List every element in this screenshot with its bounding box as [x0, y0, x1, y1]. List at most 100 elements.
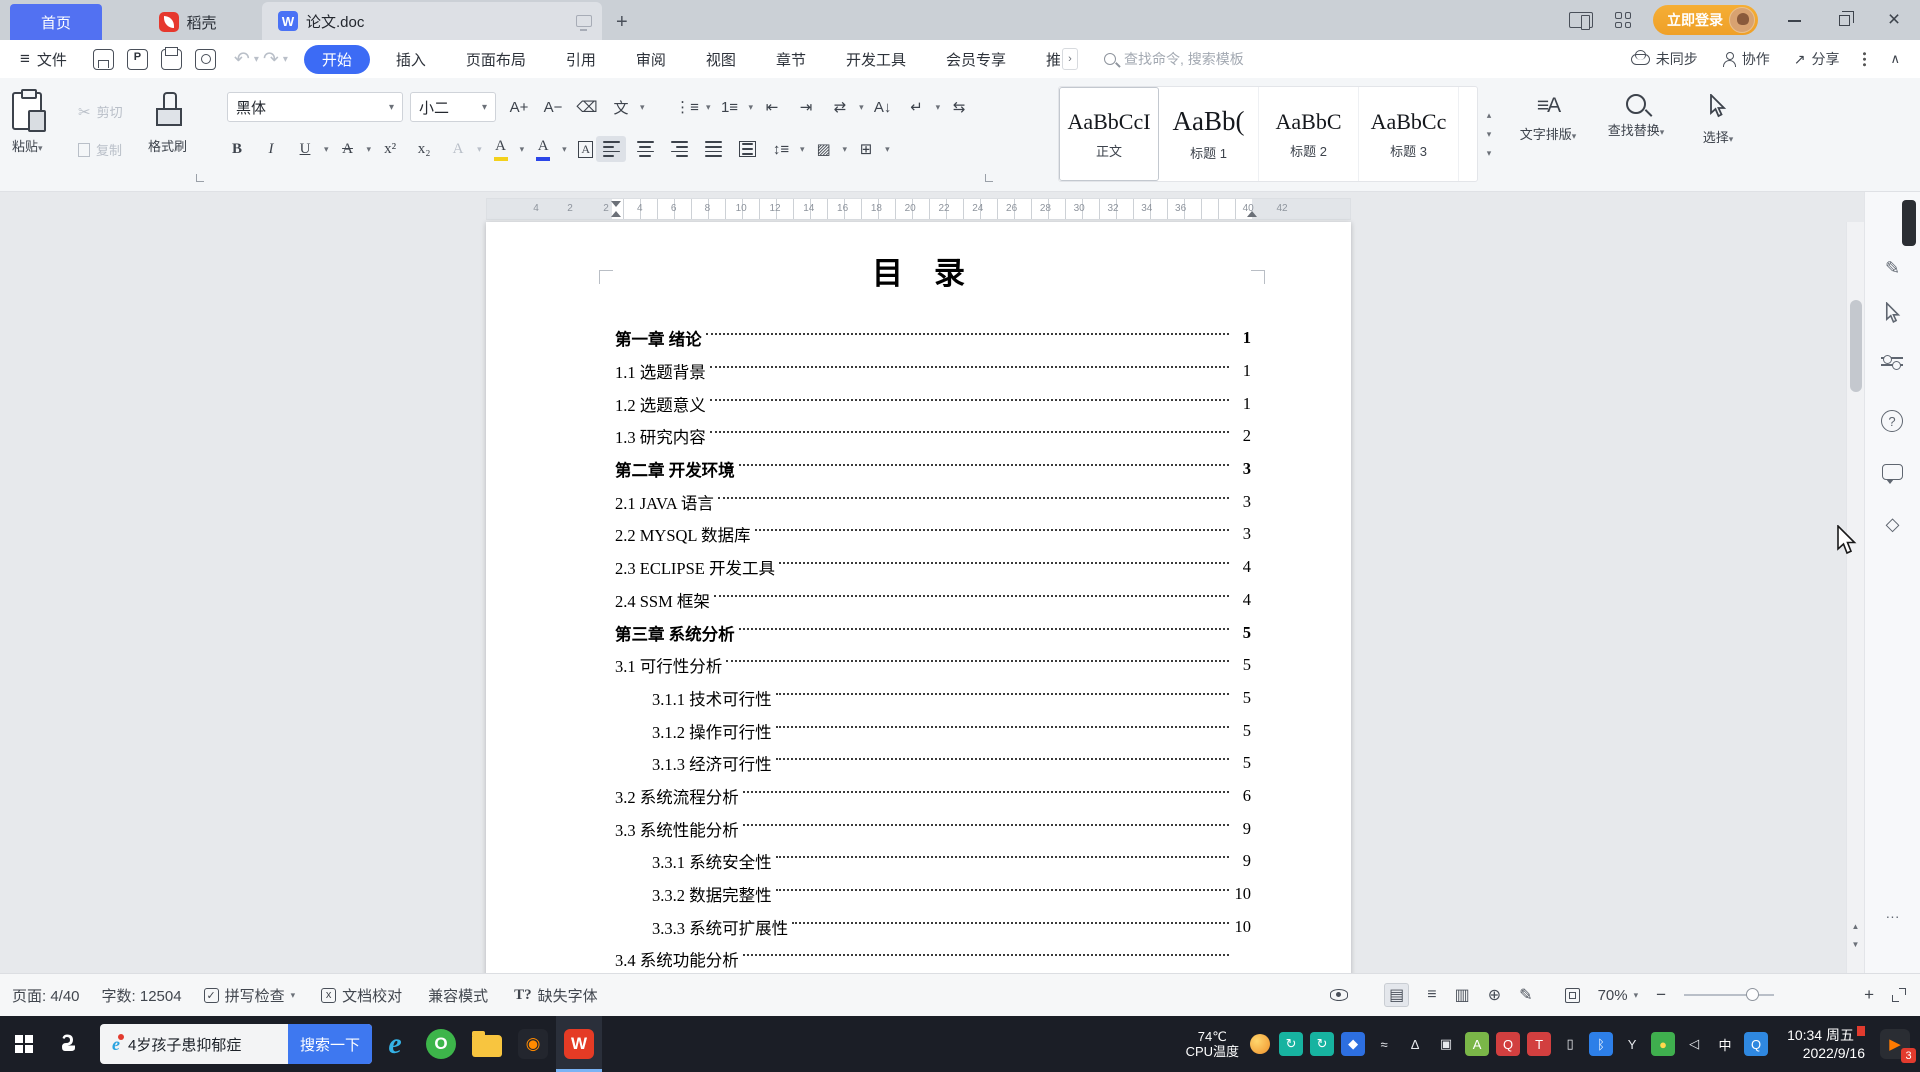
toc-entry[interactable]: 1.1 选题背景 1: [615, 355, 1251, 388]
print-icon[interactable]: [160, 46, 182, 70]
text-effects-button[interactable]: A: [443, 136, 473, 162]
collaborate-button[interactable]: 协作: [1722, 49, 1770, 69]
superscript-button[interactable]: x²: [375, 136, 405, 162]
paragraph-dialog-launcher[interactable]: [985, 174, 993, 182]
print-preview-icon[interactable]: [194, 48, 216, 70]
toc-entry[interactable]: 第二章 开发环境 3: [615, 453, 1251, 486]
font-size-select[interactable]: 小二 ▾: [410, 92, 496, 122]
format-painter-button[interactable]: 格式刷: [148, 92, 187, 155]
char-scale-icon[interactable]: ⇄: [825, 94, 855, 120]
font-color-button[interactable]: A: [528, 136, 558, 162]
decrease-indent-icon[interactable]: ⇤: [757, 94, 787, 120]
qq-penguin-icon[interactable]: Q: [1496, 1032, 1521, 1056]
weather-icon[interactable]: [1250, 1034, 1271, 1054]
select-tool-icon[interactable]: [1885, 302, 1901, 324]
menu-tab-8[interactable]: 推: [1026, 49, 1060, 70]
start-button[interactable]: [0, 1016, 48, 1072]
feedback-chat-icon[interactable]: [1882, 464, 1903, 484]
toc-entry[interactable]: 2.2 MYSQL 数据库 3: [615, 518, 1251, 551]
toc-entry[interactable]: 2.3 ECLIPSE 开发工具 4: [615, 551, 1251, 584]
toc-entry[interactable]: 第三章 系统分析 5: [615, 616, 1251, 649]
first-line-indent-marker[interactable]: [611, 201, 621, 207]
battery-icon[interactable]: ▯: [1558, 1032, 1582, 1056]
zoom-out-icon[interactable]: −: [1656, 985, 1666, 1005]
toc-entry[interactable]: 3.3.3 系统可扩展性 10: [615, 910, 1251, 943]
font-name-select[interactable]: 黑体 ▾: [227, 92, 403, 122]
sync-status[interactable]: 未同步: [1630, 49, 1698, 69]
taskbar-app-ie[interactable]: e: [372, 1016, 418, 1072]
toc-entry[interactable]: 3.3.2 数据完整性 10: [615, 878, 1251, 911]
tab-docer[interactable]: 稻壳: [114, 4, 262, 40]
toc-entry[interactable]: 3.3.1 系统安全性 9: [615, 845, 1251, 878]
toc-entry[interactable]: 3.2 系统流程分析 6: [615, 780, 1251, 813]
clock-widget[interactable]: 10:34 周五 2022/9/16: [1787, 1026, 1865, 1062]
decrease-font-icon[interactable]: A−: [538, 94, 568, 120]
ribbon-options-icon[interactable]: ▾: [283, 54, 288, 65]
zoom-slider[interactable]: [1684, 988, 1775, 1001]
taskbar-app-wps[interactable]: W: [556, 1016, 602, 1072]
toc-entry[interactable]: 1.3 研究内容 2: [615, 420, 1251, 453]
network-signal-icon[interactable]: ≈: [1372, 1032, 1396, 1056]
styles-down-icon[interactable]: ▾: [1487, 129, 1492, 140]
screen-capture-icon[interactable]: ▣: [1434, 1032, 1458, 1056]
line-spacing-button[interactable]: ↕≡: [766, 136, 796, 162]
pinyin-guide-icon[interactable]: 文: [606, 94, 636, 120]
borders-button[interactable]: ⊞: [851, 136, 881, 162]
tim-penguin-icon[interactable]: T: [1527, 1032, 1552, 1056]
menu-tab-5[interactable]: 章节: [756, 49, 826, 70]
left-indent-marker[interactable]: [611, 211, 621, 217]
undo-dropdown-icon[interactable]: ▾: [254, 54, 259, 65]
tab-preview-icon[interactable]: [576, 15, 592, 31]
italic-button[interactable]: I: [256, 136, 286, 162]
login-button[interactable]: 立即登录: [1653, 5, 1758, 35]
redo-button[interactable]: ↷: [263, 48, 279, 71]
zoom-in-icon[interactable]: +: [1864, 985, 1874, 1005]
missing-font-button[interactable]: T? 缺失字体: [514, 985, 598, 1006]
command-search[interactable]: 查找命令, 搜索模板: [1103, 49, 1244, 69]
fit-page-icon[interactable]: [1564, 987, 1580, 1003]
menu-tab-1[interactable]: 页面布局: [446, 49, 546, 70]
help-icon[interactable]: ?: [1881, 410, 1903, 432]
style-标题2[interactable]: AaBbC 标题 2: [1259, 87, 1359, 181]
menu-tab-6[interactable]: 开发工具: [826, 49, 926, 70]
underline-button[interactable]: U: [290, 136, 320, 162]
toc-entry[interactable]: 3.1.2 操作可行性 5: [615, 714, 1251, 747]
menu-tab-2[interactable]: 引用: [546, 49, 616, 70]
edit-pen-icon[interactable]: ✎: [1865, 258, 1920, 279]
minimize-button[interactable]: [1780, 10, 1808, 30]
increase-indent-icon[interactable]: ⇥: [791, 94, 821, 120]
sidebar-handle[interactable]: [1902, 200, 1916, 246]
android-emulator-icon[interactable]: A: [1465, 1032, 1490, 1056]
menu-tab-7[interactable]: 会员专享: [926, 49, 1026, 70]
taskbar-app-explorer[interactable]: [464, 1016, 510, 1072]
justify-button[interactable]: [698, 136, 728, 162]
wrap-mark-icon[interactable]: ↵: [902, 94, 932, 120]
align-center-button[interactable]: [630, 136, 660, 162]
vertical-scrollbar[interactable]: ▲ ▼: [1846, 222, 1864, 973]
share-button[interactable]: ↗ 分享: [1794, 49, 1840, 69]
bluetooth-icon[interactable]: ᛒ: [1589, 1032, 1614, 1056]
notification-bell-icon[interactable]: Δ: [1403, 1032, 1427, 1056]
cut-button[interactable]: ✂ 剪切: [78, 102, 123, 121]
save-icon[interactable]: [92, 48, 114, 70]
collapse-ribbon-icon[interactable]: ∧: [1890, 51, 1900, 67]
toc-entry[interactable]: 3.3 系统性能分析 9: [615, 812, 1251, 845]
sogou-swan-icon[interactable]: [48, 1016, 92, 1072]
toc-entry[interactable]: 3.1.1 技术可行性 5: [615, 682, 1251, 715]
ime-chinese-icon[interactable]: 中: [1713, 1032, 1737, 1056]
usb-icon[interactable]: Y: [1620, 1032, 1644, 1056]
compat-mode[interactable]: 兼容模式: [428, 985, 488, 1006]
export-pdf-icon[interactable]: [126, 48, 148, 70]
more-options-icon[interactable]: [1863, 51, 1867, 67]
menu-tab-4[interactable]: 视图: [686, 49, 756, 70]
styles-menu-icon[interactable]: ▾: [1487, 148, 1492, 159]
file-menu-button[interactable]: ≡ 文件: [20, 49, 67, 70]
volume-icon[interactable]: ◁: [1682, 1032, 1706, 1056]
close-button[interactable]: ×: [1880, 8, 1908, 32]
spell-check-toggle[interactable]: ✓ 拼写检查 ▾: [203, 985, 295, 1006]
tab-home[interactable]: 首页: [10, 4, 102, 40]
bold-button[interactable]: B: [222, 136, 252, 162]
restore-button[interactable]: [1830, 10, 1858, 30]
horizontal-ruler[interactable]: 4 2 2 4 6 8 10 12 14 16 18 20 22 24 26 28 30 32 34 36 40 42: [486, 198, 1351, 220]
numbered-list-icon[interactable]: 1≡: [715, 94, 745, 120]
